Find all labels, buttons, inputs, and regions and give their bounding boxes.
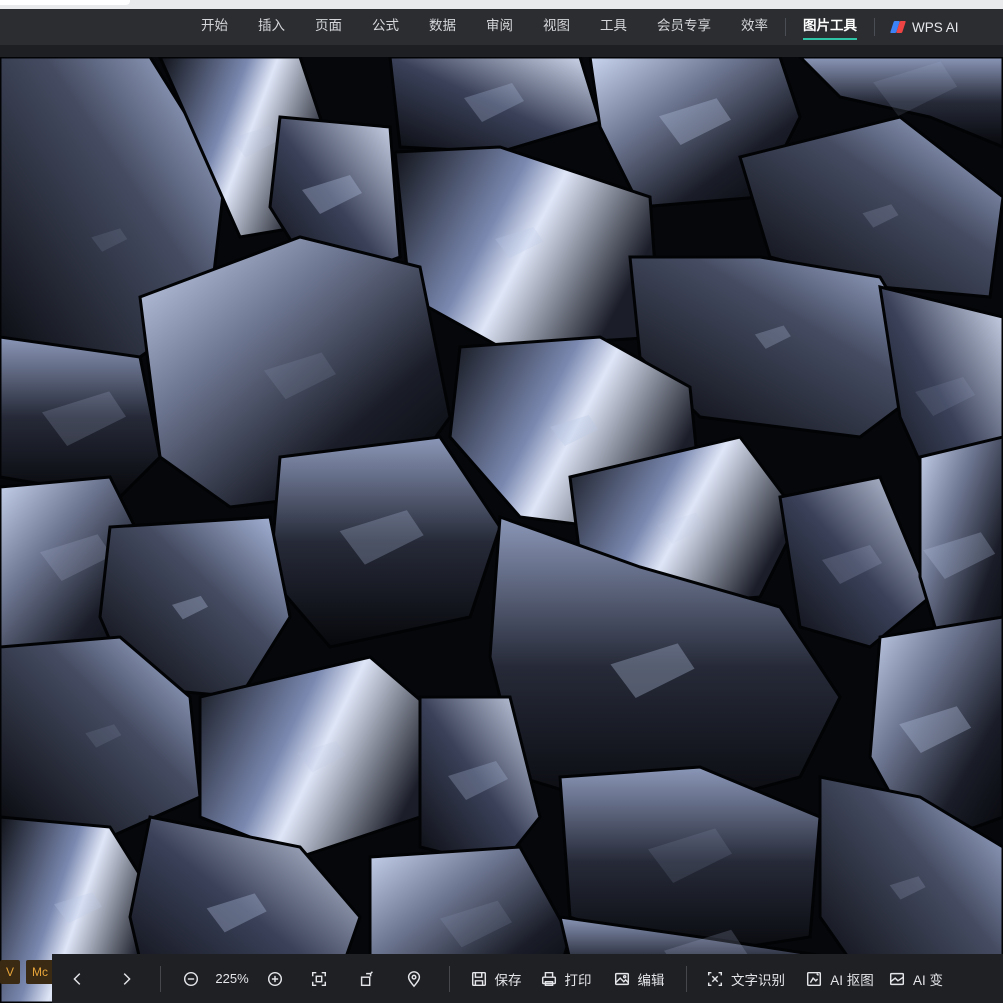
print-label: 打印 [564, 972, 592, 988]
tab-page[interactable]: 页面 [300, 9, 357, 45]
zoom-in-icon [265, 969, 285, 989]
zoom-level: 225% [215, 971, 249, 986]
tab-efficiency[interactable]: 效率 [726, 9, 783, 45]
ai-transform-button[interactable]: AI 变 [887, 954, 957, 1003]
silicon-chunks-photo [0, 57, 1003, 1003]
ai-cutout-label: AI 抠图 [830, 972, 874, 988]
print-button[interactable]: 打印 [528, 954, 602, 1003]
toolbar-divider [686, 965, 687, 992]
toolbar-divider [449, 965, 450, 992]
location-button[interactable] [391, 954, 437, 1003]
tab-start[interactable]: 开始 [186, 9, 243, 45]
tab-review[interactable]: 审阅 [471, 9, 528, 45]
save-button[interactable]: 保存 [462, 954, 528, 1003]
ocr-label: 文字识别 [731, 972, 785, 988]
toolbar-divider [160, 965, 161, 992]
zoom-out-button[interactable] [173, 954, 209, 1003]
ribbon-separator [874, 18, 875, 36]
tab-formula[interactable]: 公式 [357, 9, 414, 45]
tab-insert[interactable]: 插入 [243, 9, 300, 45]
tab-view[interactable]: 视图 [528, 9, 585, 45]
zoom-in-button[interactable] [255, 954, 295, 1003]
tab-member[interactable]: 会员专享 [642, 9, 726, 45]
chevron-left-icon [68, 969, 88, 989]
text-recognition-icon [705, 969, 725, 989]
ai-transform-icon [887, 969, 907, 989]
fit-screen-icon [309, 969, 329, 989]
ribbon-lower-strip [0, 45, 1003, 57]
tab-tools[interactable]: 工具 [585, 9, 642, 45]
ribbon-tab-bar: 开始 插入 页面 公式 数据 审阅 视图 工具 会员专享 效率 图片工具 WPS… [0, 9, 1003, 45]
fit-screen-button[interactable] [295, 954, 343, 1003]
previous-image-button[interactable] [52, 954, 104, 1003]
ribbon-separator [785, 18, 786, 36]
image-viewer-canvas[interactable] [0, 57, 1003, 1003]
document-tab-edge [0, 0, 130, 5]
map-pin-icon [404, 969, 424, 989]
tab-data[interactable]: 数据 [414, 9, 471, 45]
wps-ai-label: WPS AI [912, 19, 959, 35]
image-viewer-toolbar: 225% 保存 打印 编辑 文字识别 AI 抠图 AI 变 [52, 954, 1003, 1003]
chevron-right-icon [116, 969, 136, 989]
ai-cutout-button[interactable]: AI 抠图 [791, 954, 887, 1003]
wps-ai-button[interactable]: WPS AI [877, 20, 974, 35]
save-label: 保存 [494, 972, 522, 988]
edit-button[interactable]: 编辑 [602, 954, 674, 1003]
zoom-out-icon [181, 969, 201, 989]
tab-picture-tools[interactable]: 图片工具 [788, 9, 872, 45]
ai-cutout-icon [804, 969, 824, 989]
window-top-strip [0, 0, 1003, 9]
rotate-icon [357, 969, 377, 989]
edit-label: 编辑 [637, 972, 665, 988]
image-edit-icon [612, 969, 632, 989]
sheet-tab-chip[interactable]: V [0, 960, 21, 984]
printer-icon [539, 969, 559, 989]
wps-ai-logo-icon [890, 21, 906, 33]
save-icon [469, 969, 489, 989]
ai-transform-label: AI 变 [913, 972, 944, 988]
sheet-tab-chip[interactable]: Mc [26, 960, 54, 984]
next-image-button[interactable] [104, 954, 148, 1003]
ocr-button[interactable]: 文字识别 [699, 954, 791, 1003]
rotate-button[interactable] [343, 954, 391, 1003]
